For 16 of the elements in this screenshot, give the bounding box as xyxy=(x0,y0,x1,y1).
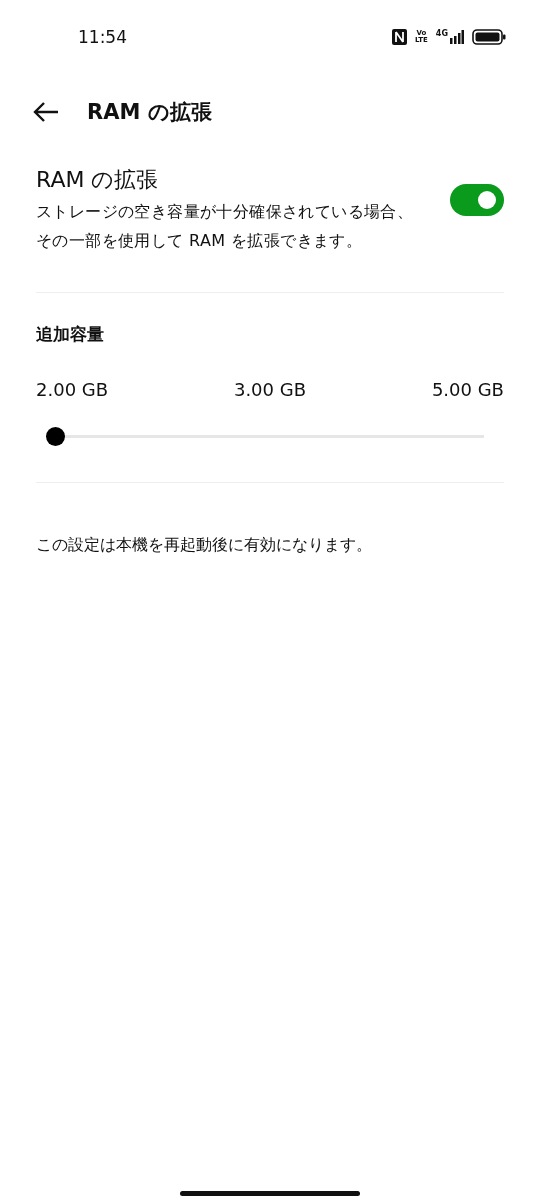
signal-icon xyxy=(450,30,464,44)
setting-title: RAM の拡張 xyxy=(36,166,160,194)
capacity-label: 3.00 GB xyxy=(233,379,307,400)
capacity-label: 5.00 GB xyxy=(431,379,504,400)
battery-icon xyxy=(472,29,506,45)
note-text: この設定は本機を再起動後に有効になります。 xyxy=(36,535,373,556)
back-button[interactable] xyxy=(33,101,61,123)
toggle-switch[interactable] xyxy=(450,184,504,216)
network-label: 4G xyxy=(435,29,448,38)
nfc-icon xyxy=(392,29,407,45)
slider-thumb[interactable] xyxy=(46,426,65,446)
page-title: RAM の拡張 xyxy=(87,99,212,126)
section-title: 追加容量 xyxy=(36,323,105,346)
capacity-label: 2.00 GB xyxy=(36,379,109,400)
status-time: 11:54 xyxy=(78,27,127,47)
setting-description: ストレージの空き容量が十分確保されている場合、その一部を使用して RAM を拡張できます。 xyxy=(36,201,415,252)
